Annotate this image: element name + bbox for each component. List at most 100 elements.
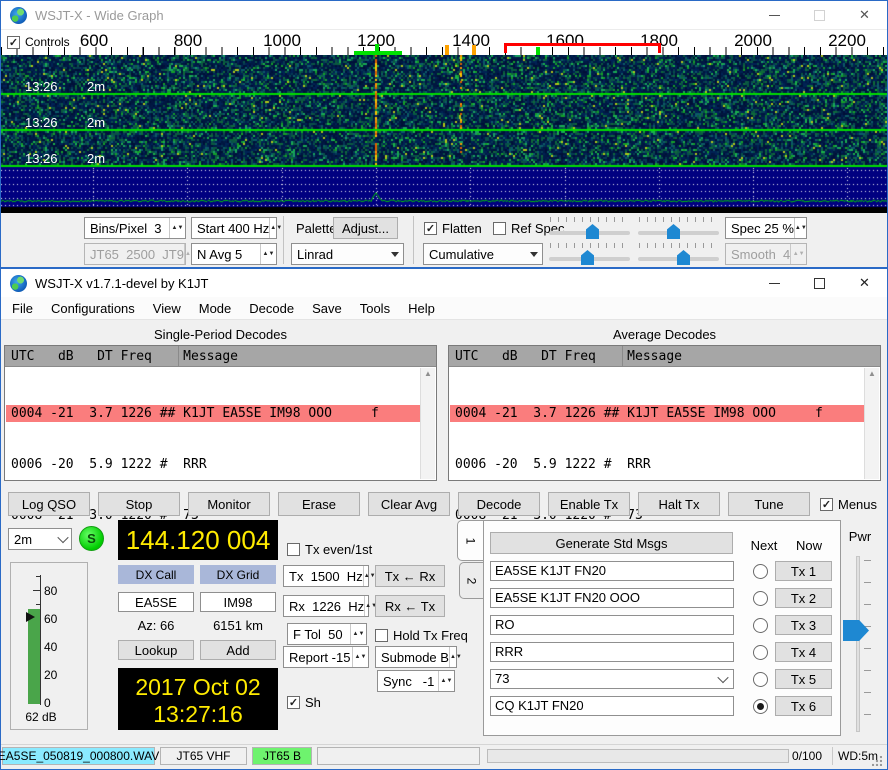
lookup-button[interactable]: Lookup — [118, 640, 194, 660]
spin-arrows-icon[interactable]: ▲▼ — [794, 218, 807, 238]
tx-freq-spinbox[interactable]: Tx 1500 Hz▲▼ — [283, 565, 369, 587]
stop-button[interactable]: Stop — [98, 492, 180, 516]
tx-from-rx-button[interactable]: Tx ← Rx — [375, 565, 445, 587]
palette-combobox[interactable]: Linrad — [291, 243, 404, 265]
hold-tx-freq-checkbox[interactable]: Hold Tx Freq — [375, 628, 468, 643]
tx6-message-combobox[interactable]: CQ K1JT FN20 — [490, 696, 734, 716]
spin-arrows-icon[interactable]: ▲▼ — [260, 244, 276, 264]
tx5-now-button[interactable]: Tx 5 — [775, 669, 832, 689]
minimize-button[interactable] — [752, 1, 797, 29]
spin-arrows-icon[interactable]: ▲▼ — [449, 647, 462, 667]
scrollbar[interactable]: ▲ — [420, 368, 435, 479]
menu-configurations[interactable]: Configurations — [42, 301, 144, 316]
tx1-next-radio[interactable] — [753, 564, 768, 579]
menu-save[interactable]: Save — [303, 301, 351, 316]
display-mode-combobox[interactable]: Cumulative — [423, 243, 543, 265]
tx4-next-radio[interactable] — [753, 645, 768, 660]
maximize-button[interactable] — [797, 269, 842, 297]
menu-mode[interactable]: Mode — [190, 301, 241, 316]
tx-even-checkbox[interactable]: Tx even/1st — [287, 542, 372, 557]
tx2-message-field[interactable]: EA5SE K1JT FN20 OOO — [490, 588, 734, 608]
zero-slider-1[interactable] — [638, 217, 719, 239]
gain-slider-1[interactable] — [549, 217, 630, 239]
halt-tx-button[interactable]: Halt Tx — [638, 492, 720, 516]
zero-slider-2[interactable] — [638, 243, 719, 265]
flatten-checkbox[interactable]: ✓ Flatten — [424, 221, 482, 236]
clear-avg-button[interactable]: Clear Avg — [368, 492, 450, 516]
spin-arrows-icon[interactable]: ▲▼ — [438, 671, 454, 691]
sh-checkbox[interactable]: ✓ Sh — [287, 695, 321, 710]
waterfall[interactable]: 13:26 2m 13:26 2m 13:26 2m — [1, 55, 887, 213]
gain-slider-2[interactable] — [549, 243, 630, 265]
enable-tx-button[interactable]: Enable Tx — [548, 492, 630, 516]
log-qso-button[interactable]: Log QSO — [8, 492, 90, 516]
dx-call-header[interactable]: DX Call — [118, 565, 194, 584]
decode-button[interactable]: Decode — [458, 492, 540, 516]
tab-1[interactable]: 1 — [457, 520, 483, 561]
wide-graph-titlebar[interactable]: WSJT-X - Wide Graph ✕ — [1, 1, 887, 29]
tx4-now-button[interactable]: Tx 4 — [775, 642, 832, 662]
tx5-next-radio[interactable] — [753, 672, 768, 687]
tx5-message-combobox[interactable]: 73 — [490, 669, 734, 689]
menus-checkbox[interactable]: ✓ Menus — [820, 497, 877, 512]
minimize-button[interactable] — [752, 269, 797, 297]
n-avg-spinbox[interactable]: N Avg 5▲▼ — [191, 243, 277, 265]
menu-view[interactable]: View — [144, 301, 190, 316]
spec-spinbox[interactable]: Spec 25 %▲▼ — [725, 217, 807, 239]
main-titlebar[interactable]: WSJT-X v1.7.1-devel by K1JT ✕ — [1, 269, 887, 297]
decode-row[interactable]: 0004 -21 3.7 1226 ## K1JT EA5SE IM98 OOO… — [6, 405, 420, 422]
report-spinbox[interactable]: Report -15▲▼ — [283, 646, 369, 668]
generate-std-msgs-button[interactable]: Generate Std Msgs — [490, 532, 733, 554]
tx1-now-button[interactable]: Tx 1 — [775, 561, 832, 581]
slider-handle[interactable] — [677, 250, 690, 265]
tx6-now-button[interactable]: Tx 6 — [775, 696, 832, 716]
tab-2[interactable]: 2 — [459, 562, 483, 599]
decode-row[interactable]: 0006 -20 5.9 1222 # RRR — [450, 456, 864, 473]
menu-file[interactable]: File — [3, 301, 42, 316]
erase-button[interactable]: Erase — [278, 492, 360, 516]
add-button[interactable]: Add — [200, 640, 276, 660]
scrollbar[interactable]: ▲ — [864, 368, 879, 479]
tx3-now-button[interactable]: Tx 3 — [775, 615, 832, 635]
decode-row[interactable]: 0004 -21 3.7 1226 ## K1JT EA5SE IM98 OOO… — [450, 405, 864, 422]
rx-status-indicator[interactable]: S — [79, 526, 104, 551]
tx3-message-field[interactable]: RO — [490, 615, 734, 635]
bins-pixel-spinbox[interactable]: Bins/Pixel 3▲▼ — [84, 217, 186, 239]
adjust-button[interactable]: Adjust... — [333, 217, 398, 239]
start-hz-spinbox[interactable]: Start 400 Hz▲▼ — [191, 217, 277, 239]
spin-arrows-icon[interactable]: ▲▼ — [363, 566, 376, 586]
tx4-message-field[interactable]: RRR — [490, 642, 734, 662]
spin-arrows-icon[interactable]: ▲▼ — [350, 624, 366, 644]
rx-from-tx-button[interactable]: Rx ← Tx — [375, 595, 445, 617]
band-combobox[interactable]: 2m — [8, 528, 72, 550]
close-button[interactable]: ✕ — [842, 1, 887, 29]
tx2-next-radio[interactable] — [753, 591, 768, 606]
maximize-button[interactable] — [797, 1, 842, 29]
tx3-next-radio[interactable] — [753, 618, 768, 633]
spin-arrows-icon[interactable]: ▲▼ — [352, 647, 368, 667]
spin-arrows-icon[interactable]: ▲▼ — [269, 218, 282, 238]
waterfall-canvas[interactable] — [1, 55, 887, 213]
resize-grip[interactable] — [872, 756, 882, 766]
menu-help[interactable]: Help — [399, 301, 444, 316]
dx-grid-header[interactable]: DX Grid — [200, 565, 276, 584]
controls-checkbox[interactable]: ✓ Controls — [7, 35, 70, 49]
monitor-button[interactable]: Monitor — [188, 492, 270, 516]
tx2-now-button[interactable]: Tx 2 — [775, 588, 832, 608]
sync-spinbox[interactable]: Sync -1▲▼ — [377, 670, 455, 692]
slider-handle[interactable] — [581, 250, 594, 265]
frequency-scale[interactable]: ✓ Controls 600 800 1000 1200 1400 1600 1… — [1, 29, 887, 56]
pwr-slider-groove[interactable] — [856, 556, 860, 732]
menu-decode[interactable]: Decode — [240, 301, 303, 316]
tx6-next-radio[interactable] — [753, 699, 768, 714]
tune-button[interactable]: Tune — [728, 492, 810, 516]
decode-row[interactable]: 0006 -20 5.9 1222 # RRR — [6, 456, 420, 473]
slider-handle[interactable] — [586, 224, 599, 239]
slider-handle[interactable] — [667, 224, 680, 239]
submode-spinbox[interactable]: Submode B▲▼ — [375, 646, 457, 668]
rx-freq-spinbox[interactable]: Rx 1226 Hz▲▼ — [283, 595, 369, 617]
spin-arrows-icon[interactable]: ▲▼ — [169, 218, 185, 238]
tx1-message-field[interactable]: EA5SE K1JT FN20 — [490, 561, 734, 581]
f-tol-spinbox[interactable]: F Tol 50▲▼ — [287, 623, 367, 645]
close-button[interactable]: ✕ — [842, 269, 887, 297]
